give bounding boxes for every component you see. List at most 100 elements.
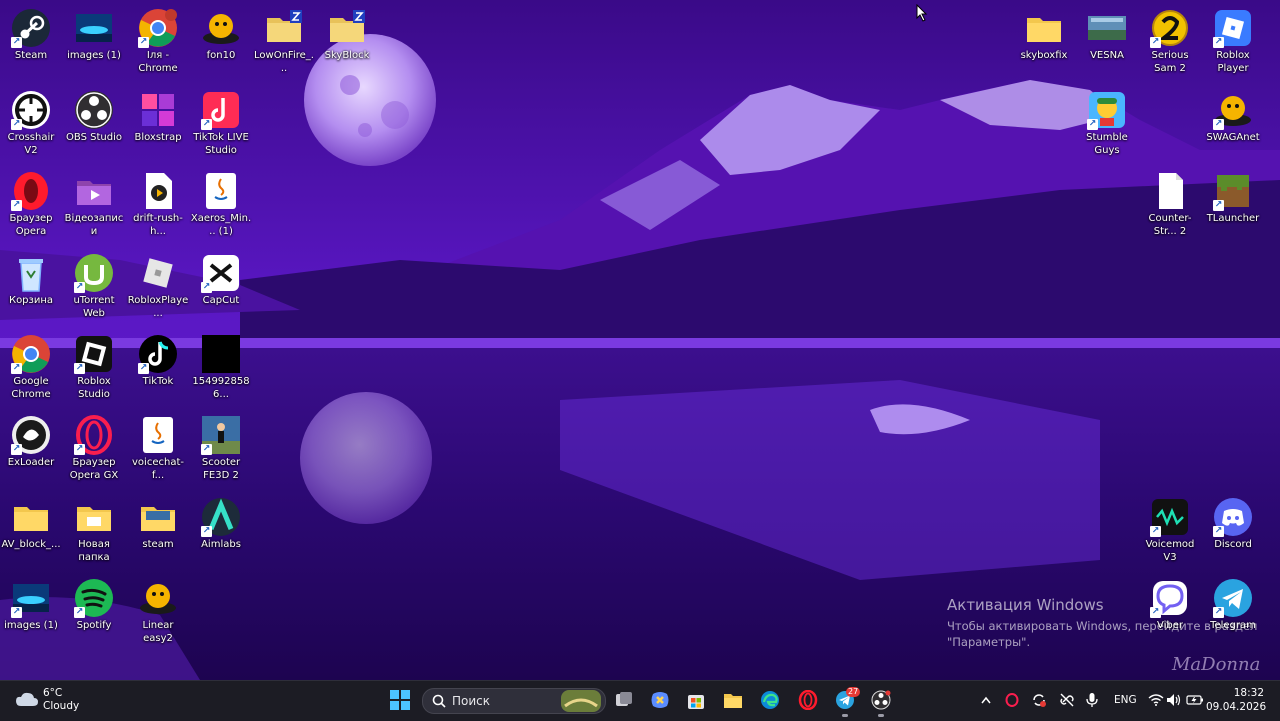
- desktop-icon-bloxstrap[interactable]: Bloxstrap: [127, 86, 189, 166]
- taskbar-search-box[interactable]: Поиск: [422, 688, 606, 714]
- desktop-icon-drift-rush[interactable]: drift-rush-h...: [127, 167, 189, 247]
- crosshair-icon: ↗: [11, 90, 51, 130]
- cloudy-weather-icon: [16, 692, 38, 706]
- desktop-icon-opera[interactable]: ↗ Браузер Opera: [0, 167, 62, 247]
- desktop-icon-swaganet[interactable]: ↗ SWAGAnet: [1202, 86, 1264, 166]
- taskbar-edge[interactable]: [757, 680, 783, 720]
- activation-title: Активация Windows: [947, 596, 1104, 614]
- zip-folder-icon: [327, 8, 367, 48]
- activation-line-1: Чтобы активировать Windows, перейдите в …: [947, 619, 1258, 633]
- tray-opera-gx[interactable]: [1002, 680, 1022, 720]
- desktop-icon-voicechat[interactable]: voicechat-f...: [127, 411, 189, 491]
- desktop-icon-recycle-bin[interactable]: Корзина: [0, 249, 62, 329]
- tray-network[interactable]: [1146, 680, 1166, 720]
- desktop-icon-crosshair[interactable]: ↗ Crosshair V2: [0, 86, 62, 166]
- desktop-icon-steam-folder[interactable]: steam: [127, 493, 189, 573]
- desktop-icon-serious-sam-2[interactable]: ↗ Serious Sam 2: [1139, 4, 1201, 84]
- desktop-icon-label: Aimlabs: [201, 539, 241, 550]
- taskbar-store[interactable]: [684, 680, 708, 720]
- desktop-icon-roblox-player-exe[interactable]: RobloxPlaye...: [127, 249, 189, 329]
- desktop-icon-exloader[interactable]: ↗ ExLoader: [0, 411, 62, 491]
- tray-sync[interactable]: [1028, 680, 1050, 720]
- desktop-icon-skyblock[interactable]: SkyBlock: [316, 4, 378, 84]
- tray-overflow-chevron[interactable]: [978, 680, 994, 720]
- desktop-icon-black-image[interactable]: 1549928586...: [190, 330, 252, 410]
- desktop-icon-aimlabs[interactable]: ↗ Aimlabs: [190, 493, 252, 573]
- language-indicator[interactable]: ENG: [1114, 694, 1137, 706]
- desktop-icon-label: Відеозаписи: [64, 213, 124, 237]
- desktop-icon-new-folder[interactable]: Новая папка: [63, 493, 125, 573]
- desktop-icon-spotify[interactable]: ↗ Spotify: [63, 574, 125, 654]
- desktop-icon-tlauncher[interactable]: ↗ TLauncher: [1202, 167, 1264, 247]
- desktop-icon-scooter[interactable]: ↗ Scooter FE3D 2: [190, 411, 252, 491]
- desktop-icon-label: drift-rush-h...: [133, 213, 183, 237]
- tray-volume[interactable]: [1164, 680, 1184, 720]
- desktop-icon-label: SWAGAnet: [1206, 132, 1260, 143]
- desktop-icon-roblox-player[interactable]: ↗ Roblox Player: [1202, 4, 1264, 84]
- desktop-icon-label: Discord: [1214, 539, 1252, 550]
- linear-easy-icon: [138, 578, 178, 618]
- desktop-icon-roblox-studio[interactable]: ↗ Roblox Studio: [63, 330, 125, 410]
- roblox-player-icon: [138, 253, 178, 293]
- desktop-icon-av-block[interactable]: AV_block_...: [0, 493, 62, 573]
- telegram-running-indicator: [842, 714, 848, 717]
- desktop-icon-counter-strike-2[interactable]: Counter-Str... 2: [1139, 167, 1201, 247]
- desktop-icon-opera-gx[interactable]: ↗ Браузер Opera GX: [63, 411, 125, 491]
- telegram-unread-badge: 27: [846, 687, 861, 697]
- desktop-icon-label: images (1): [67, 50, 121, 61]
- desktop-icon-discord[interactable]: ↗ Discord: [1202, 493, 1264, 573]
- vesna-image-icon: [1087, 8, 1127, 48]
- media-file-icon: [138, 171, 178, 211]
- taskbar-clock[interactable]: 18:32 09.04.2026: [1206, 686, 1266, 714]
- desktop-icon-tiktok-live-studio[interactable]: ↗ TikTok LIVE Studio: [190, 86, 252, 166]
- desktop-icon-linear-easy2[interactable]: Linear easy2: [127, 574, 189, 654]
- desktop-icon-fon10[interactable]: fon10: [190, 4, 252, 84]
- voicemod-icon: ↗: [1150, 497, 1190, 537]
- start-button[interactable]: [386, 680, 414, 720]
- desktop-icon-label: skyboxfix: [1020, 50, 1068, 61]
- discord-icon: ↗: [1213, 497, 1253, 537]
- desktop-icon-stumble-guys[interactable]: ↗ Stumble Guys: [1076, 86, 1138, 166]
- desktop-icon-xaeros[interactable]: Xaeros_Min... (1): [190, 167, 252, 247]
- bloxstrap-icon: [138, 90, 178, 130]
- videos-folder-icon: [74, 171, 114, 211]
- desktop-icon-label: steam: [142, 539, 174, 550]
- desktop-icon-label: Браузер Opera: [9, 213, 53, 237]
- tray-link[interactable]: [1056, 680, 1078, 720]
- desktop-icon-tiktok[interactable]: ↗ TikTok: [127, 330, 189, 410]
- desktop-icon-steam[interactable]: ↗ Steam: [0, 4, 62, 84]
- desktop-icon-voicemod[interactable]: ↗ Voicemod V3: [1139, 493, 1201, 573]
- tray-microphone[interactable]: [1082, 680, 1102, 720]
- obs-icon: [871, 690, 891, 710]
- desktop-icon-capcut[interactable]: ↗ CapCut: [190, 249, 252, 329]
- desktop-icon-images-1-bottom[interactable]: ↗ images (1): [0, 574, 62, 654]
- desktop-icon-lowonfire[interactable]: LowOnFire_...: [253, 4, 315, 84]
- weather-widget[interactable]: [14, 682, 40, 716]
- opera-gx-icon: ↗: [74, 415, 114, 455]
- desktop-icon-label: TLauncher: [1206, 213, 1260, 224]
- opera-icon: [798, 690, 818, 710]
- steam-icon: ↗: [11, 8, 51, 48]
- desktop-icon-label: Serious Sam 2: [1151, 50, 1189, 74]
- desktop-icon-label: SkyBlock: [324, 50, 370, 61]
- desktop-icon-vesna[interactable]: VESNA: [1076, 4, 1138, 84]
- desktop-icon-google-chrome[interactable]: ↗ Google Chrome: [0, 330, 62, 410]
- scooter-game-icon: ↗: [201, 415, 241, 455]
- opera-gx-tray-icon: [1005, 693, 1019, 707]
- desktop-icon-skyboxfix[interactable]: skyboxfix: [1013, 4, 1075, 84]
- weather-text[interactable]: 6°C Cloudy: [43, 687, 79, 713]
- desktop-icon-obs-studio[interactable]: OBS Studio: [63, 86, 125, 166]
- taskbar-file-explorer[interactable]: [721, 680, 745, 720]
- desktop-icon-videos[interactable]: Відеозаписи: [63, 167, 125, 247]
- tray-battery[interactable]: [1184, 680, 1206, 720]
- desktop-icon-label: Roblox Studio: [77, 376, 111, 400]
- desktop-icon-chrome-profile[interactable]: ↗ Іля - Chrome: [127, 4, 189, 84]
- taskbar-copilot[interactable]: [648, 680, 672, 720]
- desktop-icon-utorrent[interactable]: ↗ uTorrent Web: [63, 249, 125, 329]
- chrome-profile-icon: ↗: [138, 8, 178, 48]
- taskbar-task-view[interactable]: [612, 680, 636, 720]
- exloader-icon: ↗: [11, 415, 51, 455]
- desktop-icon-images-1[interactable]: images (1): [63, 4, 125, 84]
- taskbar-opera[interactable]: [795, 680, 821, 720]
- tiktok-live-icon: ↗: [201, 90, 241, 130]
